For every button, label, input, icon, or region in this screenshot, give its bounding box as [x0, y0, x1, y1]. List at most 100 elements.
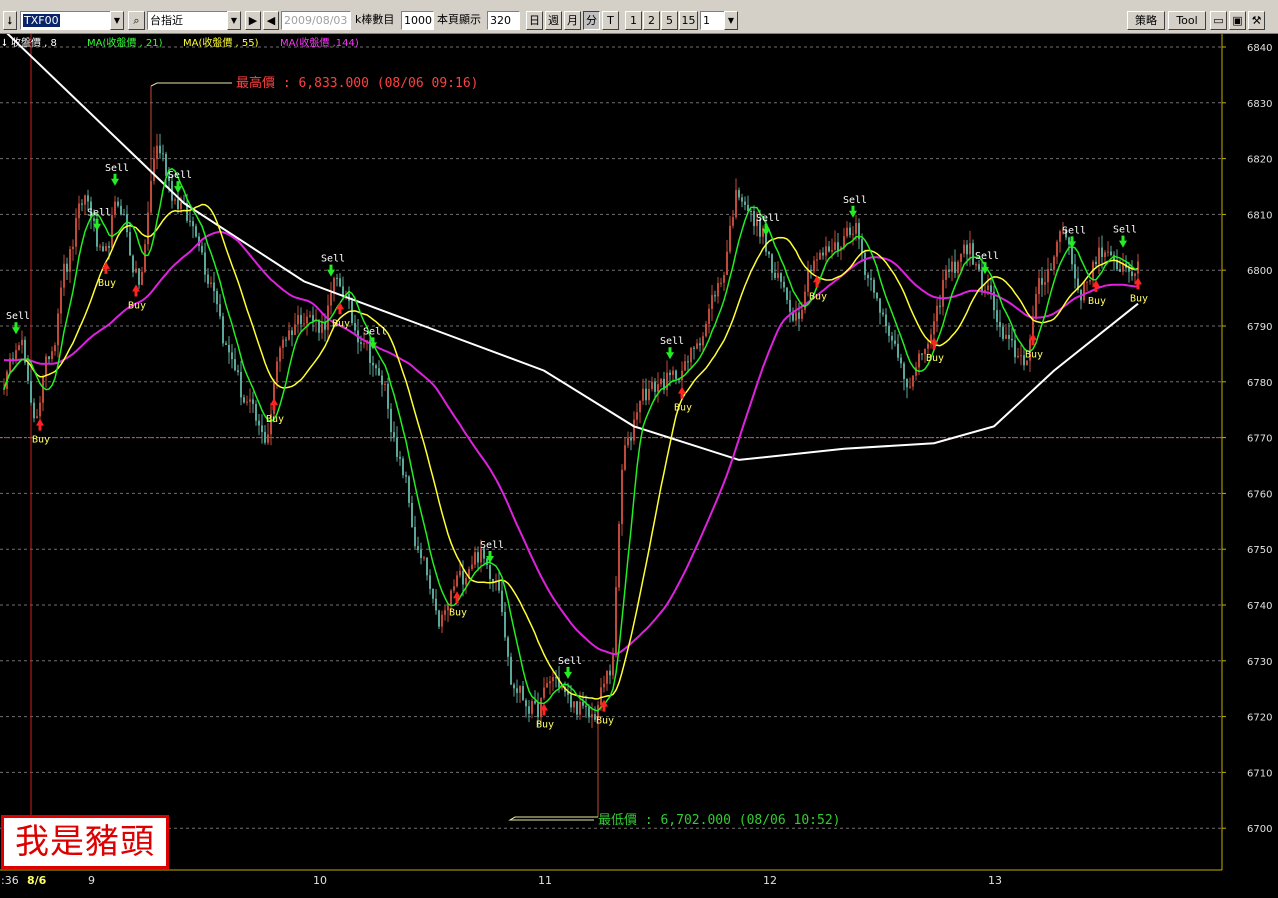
wrench-icon[interactable]: ⚒ — [1248, 11, 1265, 30]
candle-body — [285, 339, 287, 341]
candle-body — [243, 397, 245, 403]
tool-button[interactable]: Tool — [1168, 11, 1206, 30]
buy-label: Buy — [98, 278, 116, 289]
sell-label: Sell — [105, 163, 129, 174]
candle-body — [339, 278, 341, 287]
strategy-button[interactable]: 策略 — [1127, 11, 1165, 30]
candle-body — [276, 361, 278, 383]
candle-body — [720, 282, 722, 284]
buy-label: Buy — [926, 353, 944, 364]
candle-body — [507, 637, 509, 657]
candle-body — [1020, 355, 1022, 357]
interval-2-button[interactable]: 2 — [643, 11, 660, 30]
candle-body — [381, 375, 383, 385]
interval-5-button[interactable]: 5 — [661, 11, 678, 30]
candle-body — [741, 197, 743, 202]
candle-body — [750, 211, 752, 213]
date-input[interactable]: 2009/08/03 — [281, 11, 351, 30]
candle-body — [732, 217, 734, 226]
candle-body — [525, 700, 527, 707]
candle-body — [1119, 269, 1121, 272]
candle-body — [93, 218, 95, 222]
candle-body — [1050, 269, 1052, 271]
candle-body — [279, 347, 281, 362]
chevron-down-icon[interactable]: ▼ — [724, 11, 738, 30]
period-tick-button[interactable]: T — [602, 11, 619, 30]
candle-body — [870, 278, 872, 280]
save-icon[interactable]: ▣ — [1229, 11, 1246, 30]
candle-body — [945, 269, 947, 280]
candle-body — [879, 298, 881, 313]
interval-1-button[interactable]: 1 — [625, 11, 642, 30]
next-arrow-icon[interactable]: ▶ — [245, 11, 261, 30]
candle-body — [180, 202, 182, 210]
period-day-button[interactable]: 日 — [526, 11, 543, 30]
candle-body — [462, 570, 464, 585]
prev-arrow-icon[interactable]: ◀ — [263, 11, 279, 30]
candle-body — [612, 655, 614, 676]
buy-label: Buy — [266, 414, 284, 425]
buy-label: Buy — [332, 318, 350, 329]
candle-body — [606, 670, 608, 684]
candle-body — [1026, 360, 1028, 366]
down-arrow-icon[interactable]: ⭣ — [3, 11, 17, 30]
page-input[interactable]: 320 — [487, 11, 520, 30]
candle-body — [705, 323, 707, 337]
candle-body — [261, 425, 263, 432]
candle-body — [645, 388, 647, 401]
candle-body — [885, 314, 887, 327]
candle-body — [1005, 334, 1007, 339]
candle-body — [144, 244, 146, 272]
candle-body — [777, 273, 779, 278]
candle-body — [249, 399, 251, 402]
candle-body — [423, 557, 425, 559]
period-week-button[interactable]: 週 — [545, 11, 562, 30]
bars-input[interactable]: 1000 — [401, 11, 434, 30]
candle-body — [1038, 278, 1040, 295]
candle-body — [207, 274, 209, 284]
candle-body — [309, 315, 311, 317]
y-axis: 6840 6830 6820 6810 6800 6790 6780 6770 6760 6750… — [1247, 43, 1272, 835]
candle-body — [882, 312, 884, 315]
candle-body — [1041, 278, 1043, 285]
chevron-down-icon[interactable]: ▼ — [227, 11, 241, 30]
candle-body — [231, 352, 233, 360]
candle-body — [927, 343, 929, 349]
symbol-input[interactable]: TXF00 — [20, 11, 124, 30]
candle-body — [849, 227, 851, 235]
folder-icon[interactable]: ▭ — [1210, 11, 1227, 30]
candle-body — [876, 292, 878, 299]
candle-body — [213, 282, 215, 292]
candle-body — [105, 246, 107, 252]
candle-body — [999, 322, 1001, 327]
candle-body — [585, 705, 587, 707]
period-minute-button[interactable]: 分 — [583, 11, 600, 30]
candle-body — [702, 336, 704, 346]
candle-body — [189, 220, 191, 222]
candle-body — [354, 322, 356, 331]
candle-body — [717, 283, 719, 297]
candle-body — [954, 261, 956, 273]
candle-body — [690, 347, 692, 363]
legend-sort-icon: ⭣ — [2, 38, 7, 49]
magnifier-icon[interactable]: ⌕ — [128, 11, 145, 30]
candle-body — [1134, 273, 1136, 277]
candle-body — [459, 570, 461, 576]
y-tick-label: 6810 — [1247, 210, 1272, 221]
candle-body — [639, 400, 641, 413]
candle-body — [588, 706, 590, 718]
interval-15-button[interactable]: 15 — [679, 11, 698, 30]
candle-body — [474, 552, 476, 565]
price-chart[interactable]: 6840 6830 6820 6810 6800 6790 6780 6770 6760 6750… — [0, 34, 1278, 898]
candle-body — [549, 681, 551, 684]
candle-body — [522, 686, 524, 701]
candle-body — [21, 339, 23, 346]
candle-body — [1089, 279, 1091, 282]
candle-body — [723, 275, 725, 283]
period-month-button[interactable]: 月 — [564, 11, 581, 30]
candle-body — [711, 295, 713, 309]
chevron-down-icon[interactable]: ▼ — [110, 11, 124, 30]
candle-body — [1011, 338, 1013, 341]
candle-body — [297, 315, 299, 325]
candle-body — [246, 401, 248, 403]
